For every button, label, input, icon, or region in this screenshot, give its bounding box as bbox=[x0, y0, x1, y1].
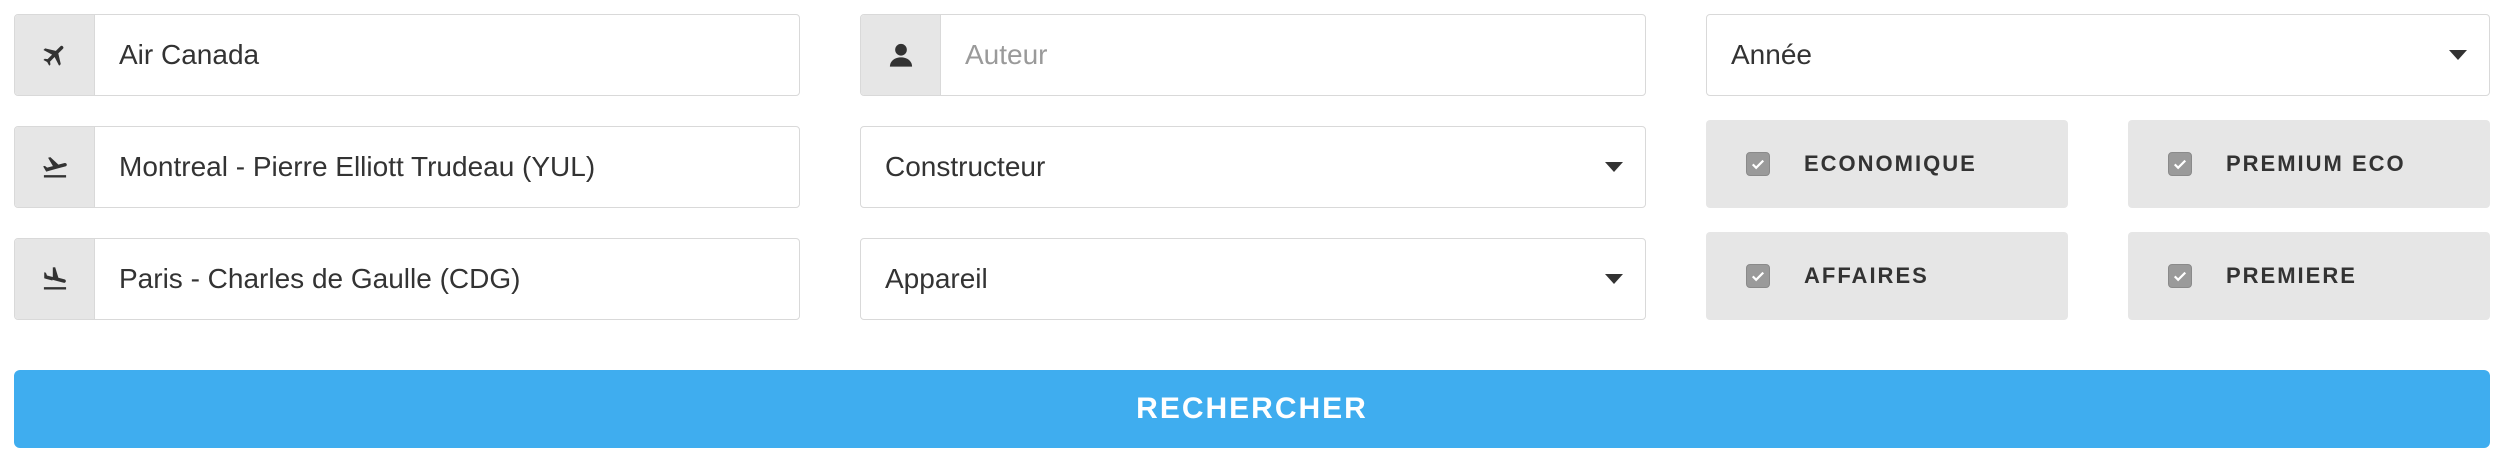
landing-icon bbox=[15, 239, 95, 319]
departure-field[interactable]: Montreal - Pierre Elliott Trudeau (YUL) bbox=[14, 126, 800, 208]
flight-search-form: Air Canada Année Montreal - Pierre Ellio… bbox=[0, 0, 2504, 474]
arrival-field[interactable]: Paris - Charles de Gaulle (CDG) bbox=[14, 238, 800, 320]
manufacturer-select-value: Constructeur bbox=[885, 151, 1046, 182]
checkbox-icon[interactable] bbox=[1746, 152, 1770, 176]
takeoff-icon bbox=[15, 127, 95, 207]
chevron-down-icon bbox=[1605, 162, 1623, 172]
arrival-value: Paris - Charles de Gaulle (CDG) bbox=[119, 263, 521, 294]
cabin-economique-checkbox[interactable]: ECONOMIQUE bbox=[1706, 120, 2068, 208]
airline-field[interactable]: Air Canada bbox=[14, 14, 800, 96]
cabin-affaires-checkbox[interactable]: AFFAIRES bbox=[1706, 232, 2068, 320]
checkbox-icon[interactable] bbox=[1746, 264, 1770, 288]
author-field[interactable] bbox=[860, 14, 1646, 96]
year-select-value: Année bbox=[1731, 39, 1812, 70]
user-icon bbox=[861, 15, 941, 95]
chevron-down-icon bbox=[2449, 50, 2467, 60]
cabin-label: PREMIUM ECO bbox=[2226, 151, 2406, 176]
aircraft-select[interactable]: Appareil bbox=[860, 238, 1646, 320]
cabin-premium-eco-checkbox[interactable]: PREMIUM ECO bbox=[2128, 120, 2490, 208]
author-input[interactable] bbox=[941, 15, 1645, 95]
aircraft-select-value: Appareil bbox=[885, 263, 988, 294]
search-button[interactable]: RECHERCHER bbox=[14, 370, 2490, 448]
year-select[interactable]: Année bbox=[1706, 14, 2490, 96]
checkbox-icon[interactable] bbox=[2168, 264, 2192, 288]
manufacturer-select[interactable]: Constructeur bbox=[860, 126, 1646, 208]
plane-icon bbox=[15, 15, 95, 95]
cabin-label: AFFAIRES bbox=[1804, 263, 1929, 288]
airline-value: Air Canada bbox=[119, 39, 260, 70]
cabin-label: ECONOMIQUE bbox=[1804, 151, 1977, 176]
checkbox-icon[interactable] bbox=[2168, 152, 2192, 176]
departure-value: Montreal - Pierre Elliott Trudeau (YUL) bbox=[119, 151, 596, 182]
chevron-down-icon bbox=[1605, 274, 1623, 284]
cabin-premiere-checkbox[interactable]: PREMIERE bbox=[2128, 232, 2490, 320]
cabin-label: PREMIERE bbox=[2226, 263, 2357, 288]
